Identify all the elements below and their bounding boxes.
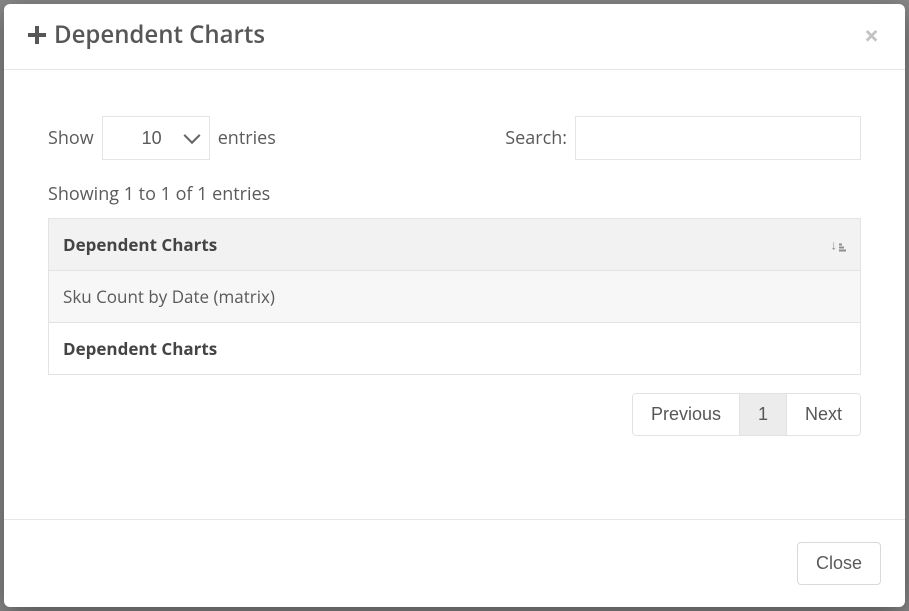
length-suffix-label: entries	[218, 126, 276, 150]
plus-icon	[26, 24, 48, 46]
modal-title: Dependent Charts	[54, 18, 265, 51]
pagination-group: Previous 1 Next	[632, 393, 861, 436]
length-control: Show 10 entries	[48, 116, 276, 160]
modal-header: Dependent Charts ×	[4, 4, 905, 70]
table-header-row: Dependent Charts ↓	[49, 219, 861, 271]
modal-footer: Close	[4, 519, 905, 607]
modal-close-button[interactable]: ×	[860, 22, 883, 48]
dependent-charts-table: Dependent Charts ↓ Sku Count by Date (ma…	[48, 218, 861, 375]
search-input[interactable]	[575, 116, 861, 160]
modal-body: Show 10 entries Search: Showing 1 to 1 o…	[4, 70, 905, 519]
column-footer-dependent-charts: Dependent Charts	[49, 323, 861, 375]
pagination: Previous 1 Next	[48, 393, 861, 436]
cell-dependent-chart-name: Sku Count by Date (matrix)	[49, 271, 861, 323]
table-row: Sku Count by Date (matrix)	[49, 271, 861, 323]
modal-title-wrap: Dependent Charts	[26, 18, 265, 51]
table-footer-row: Dependent Charts	[49, 323, 861, 375]
column-header-dependent-charts[interactable]: Dependent Charts ↓	[49, 219, 861, 271]
close-button[interactable]: Close	[797, 542, 881, 585]
table-controls: Show 10 entries Search:	[48, 116, 861, 160]
table-info: Showing 1 to 1 of 1 entries	[48, 182, 861, 206]
length-select[interactable]: 10	[102, 116, 210, 160]
length-prefix-label: Show	[48, 126, 94, 150]
search-label: Search:	[505, 126, 567, 150]
length-select-wrap: 10	[102, 116, 210, 160]
sort-asc-icon: ↓	[831, 238, 847, 251]
pagination-next-button[interactable]: Next	[786, 394, 860, 435]
search-control: Search:	[505, 116, 861, 160]
dependent-charts-modal: Dependent Charts × Show 10 entries Searc…	[4, 4, 905, 607]
pagination-page-1-button[interactable]: 1	[739, 394, 786, 435]
pagination-previous-button[interactable]: Previous	[633, 394, 739, 435]
column-header-label: Dependent Charts	[63, 233, 217, 256]
